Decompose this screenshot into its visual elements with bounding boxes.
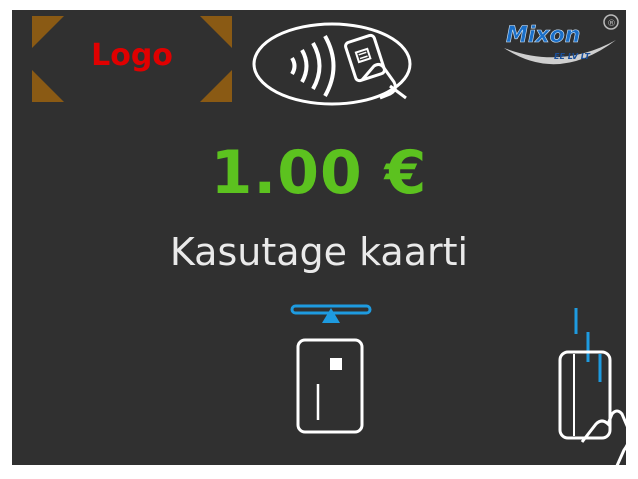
merchant-logo-placeholder: Logo: [32, 16, 232, 102]
registered-mark: ®: [607, 19, 616, 29]
brand-tagline: EE LV LT: [554, 52, 590, 61]
brand-name: Mixon: [506, 23, 580, 48]
chip-card-insert-icon: [286, 302, 376, 438]
card-swipe-icon: [552, 302, 626, 465]
brand-logo: Mixon EE LV LT ®: [498, 12, 626, 80]
payment-terminal-screen: Logo Mixon EE LV LT ® 1.00 € Kasutage ka…: [12, 10, 626, 465]
payment-instruction: Kasutage kaarti: [169, 230, 469, 274]
contactless-tap-icon: [250, 16, 414, 108]
payment-amount: 1.00 €: [210, 138, 428, 208]
logo-text: Logo: [91, 38, 173, 73]
